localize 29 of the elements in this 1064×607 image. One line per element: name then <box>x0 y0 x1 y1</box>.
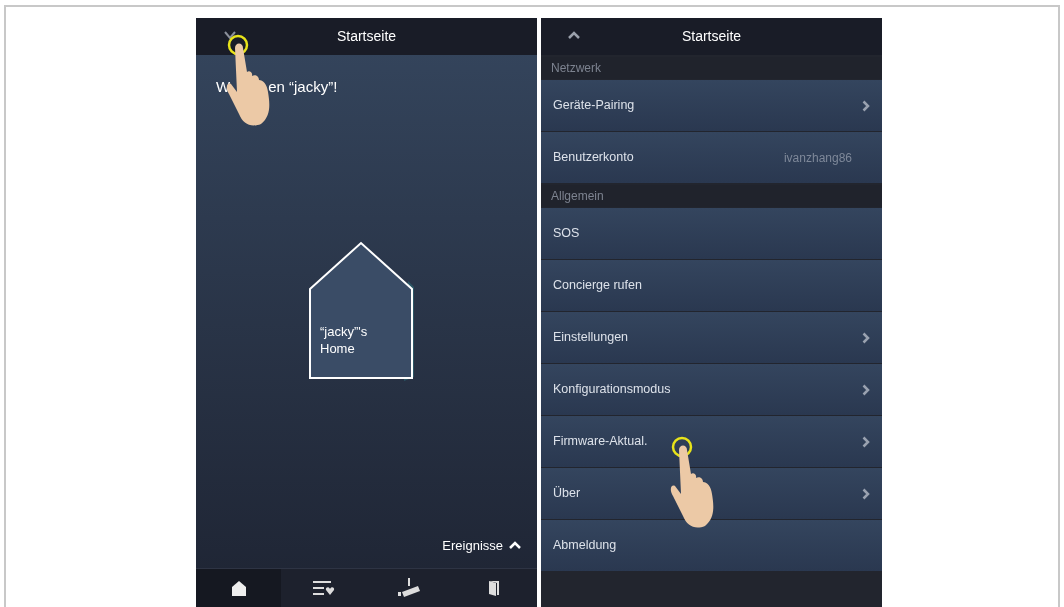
events-toggle[interactable]: Ereignisse <box>442 535 521 555</box>
section-header: Allgemein <box>551 188 604 205</box>
screen-title: Startseite <box>681 27 742 46</box>
section-header: Netzwerk <box>551 60 601 77</box>
door-icon <box>488 580 501 596</box>
menu-item[interactable]: Concierge rufen <box>541 260 882 311</box>
menu-item[interactable]: Firmware-Aktual. <box>541 416 882 467</box>
tab[interactable] <box>196 569 282 607</box>
chevron-right-icon <box>862 331 870 344</box>
house-icon <box>230 580 247 596</box>
menu-item[interactable]: Einstellungen <box>541 312 882 363</box>
chevron-right-icon <box>862 383 870 396</box>
collapse-icon[interactable] <box>568 31 580 40</box>
list-heart-icon <box>312 581 335 595</box>
chevron-right-icon <box>862 435 870 448</box>
chevron-up-icon <box>509 540 521 550</box>
menu-item[interactable]: Benutzerkonto ivanzhang86 <box>541 132 882 183</box>
screen-title: Startseite <box>336 27 397 46</box>
menu-item[interactable]: Abmeldung <box>541 520 882 571</box>
menu-item[interactable]: Konfigurationsmodus <box>541 364 882 415</box>
chevron-right-icon <box>862 487 870 500</box>
welcome-text: en “jacky”! <box>268 77 338 97</box>
chevron-right-icon <box>862 99 870 112</box>
menu-item[interactable]: Geräte-Pairing <box>541 80 882 131</box>
chevron-icon[interactable] <box>224 30 236 40</box>
menu-item[interactable]: Über <box>541 468 882 519</box>
menu-item[interactable]: SOS <box>541 208 882 259</box>
account-value: ivanzhang86 <box>783 149 852 167</box>
camera-icon <box>398 578 421 598</box>
